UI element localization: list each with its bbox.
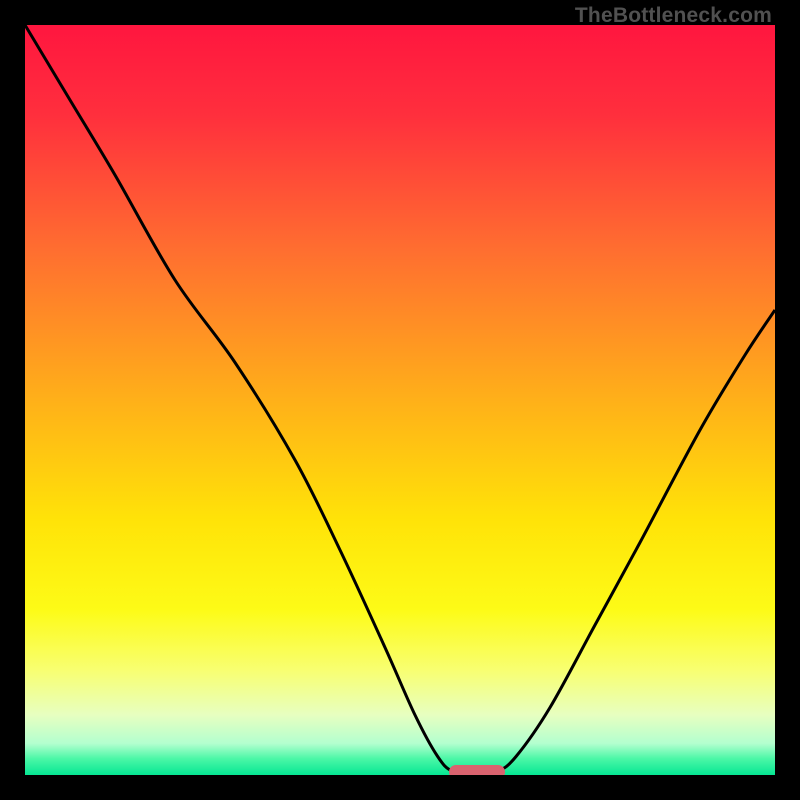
watermark-text: TheBottleneck.com — [575, 4, 772, 28]
plot-area — [25, 25, 775, 775]
optimal-range-marker — [449, 765, 505, 775]
chart-frame: TheBottleneck.com — [0, 0, 800, 800]
bottleneck-curve — [25, 25, 775, 775]
